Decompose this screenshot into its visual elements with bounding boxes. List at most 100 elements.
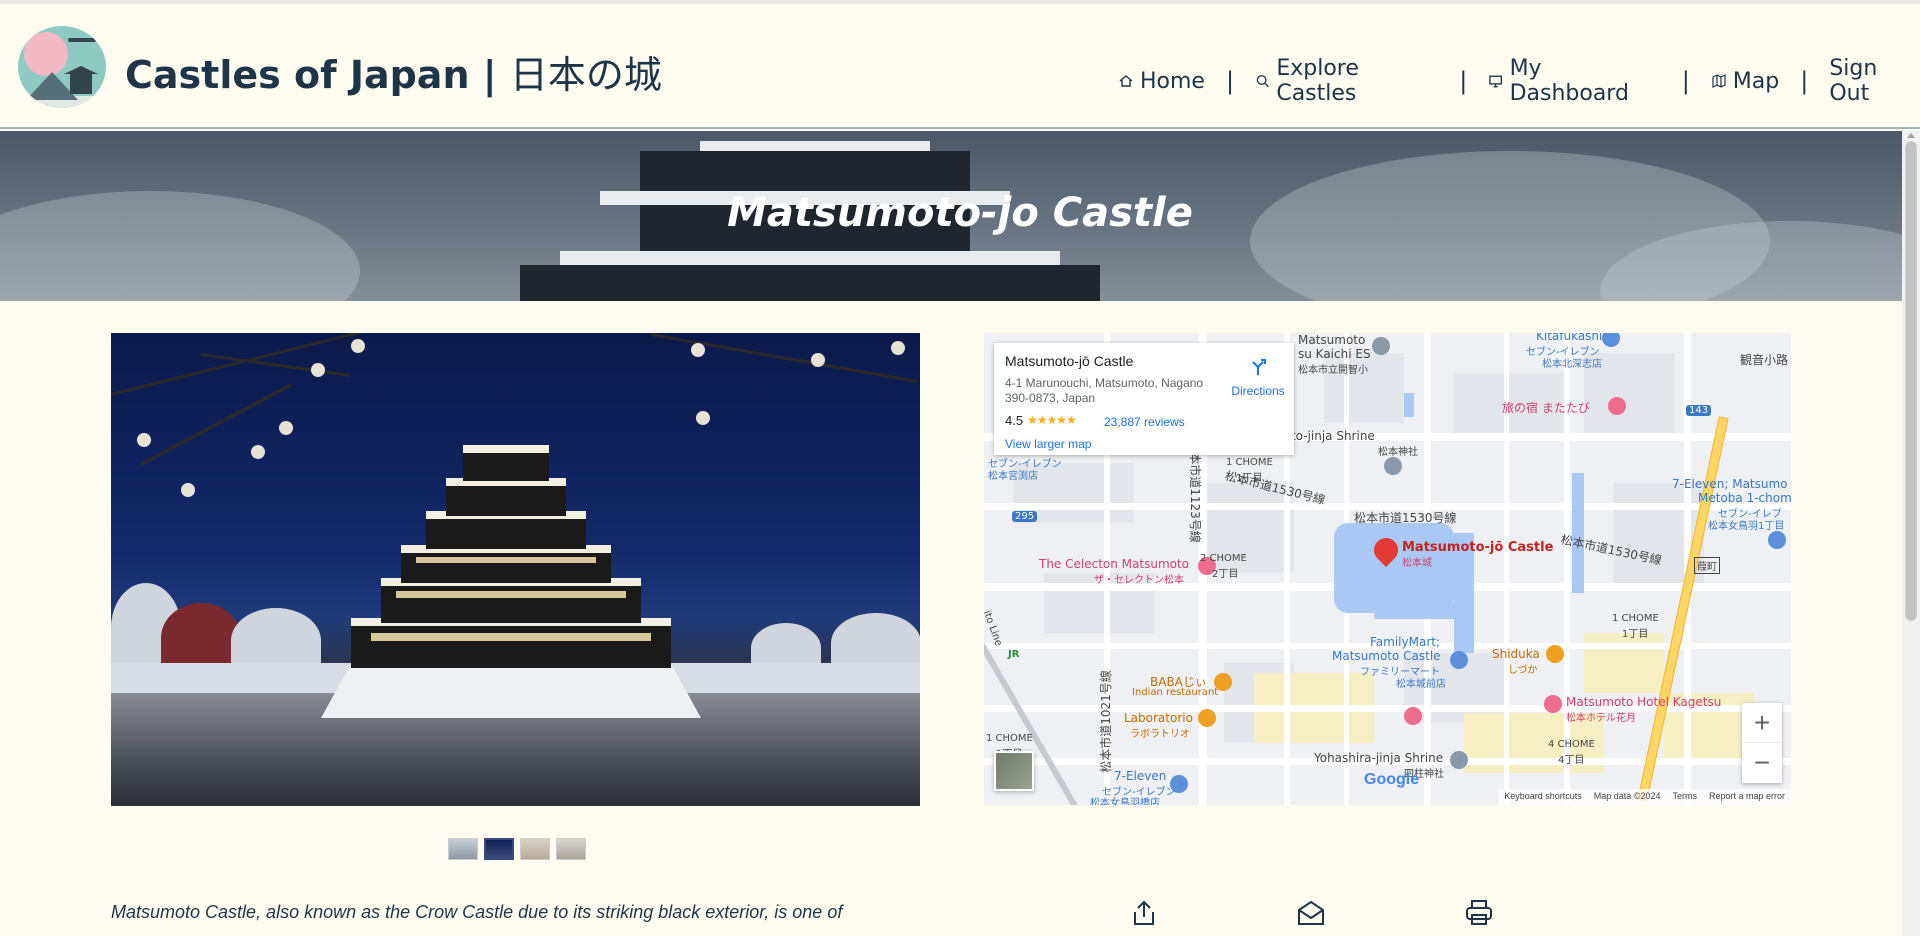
thumbnail-4[interactable] (556, 838, 586, 860)
share-icon (1134, 900, 1154, 925)
inn-pin[interactable] (1608, 397, 1626, 415)
nav-explore-label: Explore Castles (1276, 56, 1359, 106)
site-title-jp: 日本の城 (509, 53, 662, 97)
map-label-yohashira: Yohashira-jinja Shrine (1314, 751, 1444, 765)
map-label-rail-line: ito Line (984, 609, 1004, 648)
share-button[interactable] (1129, 898, 1159, 933)
map-label-7eleven-right-2: Metoba 1-chom (1698, 491, 1791, 505)
printer-icon (1466, 900, 1492, 925)
map-label-chome-4-jp: 4丁目 (1558, 755, 1585, 766)
thumbnail-2[interactable] (484, 838, 514, 860)
reviews-link[interactable]: 23,887 reviews (1104, 415, 1185, 429)
home-icon (1119, 75, 1133, 87)
thumbnail-3[interactable] (520, 838, 550, 860)
print-button[interactable] (1464, 898, 1494, 933)
map-label-7eleven-right: 7-Eleven; Matsumo (1672, 477, 1788, 491)
scrollbar-thumb[interactable] (1905, 141, 1917, 621)
map-label-kaichi: Matsumoto (1298, 333, 1366, 347)
shrine-pin[interactable] (1450, 751, 1468, 769)
directions-button[interactable]: Directions (1229, 357, 1287, 398)
hotel-pin-2[interactable] (1544, 695, 1562, 713)
shrine-pin-2[interactable] (1384, 457, 1402, 475)
view-larger-map-link[interactable]: View larger map (1005, 437, 1091, 451)
map-label-kagetsu: Matsumoto Hotel Kagetsu (1566, 695, 1722, 709)
embedded-map[interactable]: Matsumoto-jō Castle 松本城 The Celecton Mat… (984, 333, 1791, 805)
restaurant-pin-2[interactable] (1546, 645, 1564, 663)
nav-explore[interactable]: Explore Castles (1255, 56, 1438, 106)
nav-dashboard[interactable]: My Dashboard (1488, 56, 1660, 106)
nav-map[interactable]: Map (1711, 69, 1779, 94)
nav-separator: | (1681, 67, 1690, 95)
map-label-jr: JR (1008, 649, 1020, 660)
map-label-chome-2: 2 CHOME (1200, 553, 1247, 564)
map-label-chome-3-jp: 1丁目 (1622, 629, 1649, 640)
zoom-in-button[interactable]: + (1742, 703, 1782, 743)
search-icon (1256, 75, 1269, 88)
map-icon (1712, 74, 1726, 88)
store-pin[interactable] (1450, 651, 1468, 669)
thumbnail-1[interactable] (448, 838, 478, 860)
place-address: 4-1 Marunouchi, Matsumoto, Nagano 390-08… (1005, 376, 1204, 405)
place-info-card: Matsumoto-jō Castle 4-1 Marunouchi, Mats… (994, 343, 1294, 455)
map-label-selecton-jp: ザ・セレクトン松本 (1094, 575, 1184, 586)
map-label-laboratorio-jp: ラボラトリオ (1130, 729, 1190, 740)
map-label-kitafukashi: Kitafukashi (1536, 333, 1603, 343)
map-label-baba-sub: Indian restaurant (1132, 687, 1219, 698)
map-label-familymart: FamilyMart; (1370, 635, 1441, 649)
google-logo: Google (1364, 771, 1420, 788)
map-label-shiduka-jp: しづか (1508, 665, 1538, 676)
castle-photo[interactable] (111, 333, 920, 806)
directions-label: Directions (1231, 384, 1285, 398)
site-title: Castles of Japan | 日本の城 (125, 44, 662, 99)
map-label-matatabi: 旅の宿 またたび (1502, 401, 1590, 415)
map-label-7eleven-bottom-jp2: 松本女鳥羽橋店 (1090, 798, 1160, 805)
photo-thumbnails (448, 838, 586, 860)
map-label-kaichi-jp: 松本市立開智小 (1298, 365, 1368, 376)
nav-separator: | (1225, 67, 1235, 95)
map-label-kannon: 観音小路 (1740, 353, 1789, 367)
zoom-out-button[interactable]: − (1742, 743, 1782, 783)
nav-home[interactable]: Home (1118, 69, 1205, 94)
nav-sign-out-label: Sign Out (1829, 56, 1878, 106)
site-title-en: Castles of Japan | (125, 53, 497, 97)
map-label-7eleven-left-jp2: 松本宮渕店 (988, 471, 1038, 482)
place-rating: 4.5 (1005, 413, 1024, 428)
rating-stars: ★★★★★ (1027, 413, 1077, 427)
store-pin-3[interactable] (1768, 531, 1786, 549)
place-name: Matsumoto-jō Castle (1005, 353, 1134, 369)
keyboard-shortcuts-link[interactable]: Keyboard shortcuts (1504, 791, 1582, 803)
map-label-road-4: 松本市道1123号線 (1187, 440, 1202, 543)
envelope-icon (1298, 900, 1324, 925)
satellite-toggle[interactable] (994, 751, 1034, 791)
map-label-7eleven-right-jp2: 松本女鳥羽1丁目 (1708, 521, 1785, 532)
map-footer: Keyboard shortcuts Map data ©2024 Terms … (1498, 789, 1791, 805)
map-label-chome-2-jp: 2丁目 (1212, 569, 1239, 580)
hotel-pin-3[interactable] (1404, 707, 1422, 725)
map-label-kitafukashi-jp2: 松本北深志店 (1542, 359, 1602, 370)
store-pin-2[interactable] (1602, 333, 1620, 347)
map-label-chome-1: 1 CHOME (1226, 457, 1273, 468)
nav-sign-out[interactable]: Sign Out (1829, 56, 1920, 106)
report-error-link[interactable]: Report a map error (1709, 791, 1785, 803)
page-title: Matsumoto-jo Castle (727, 190, 1193, 236)
nav-separator: | (1800, 67, 1809, 95)
map-label-castle-jp: 松本城 (1402, 558, 1432, 569)
directions-icon (1252, 359, 1266, 375)
map-label-road-5: 松本市道1021号線 (1098, 670, 1113, 773)
cafe-pin[interactable] (1198, 709, 1216, 727)
zoom-controls: + − (1742, 703, 1782, 783)
site-logo[interactable] (18, 26, 106, 108)
school-pin[interactable] (1372, 337, 1390, 355)
page-scrollbar[interactable] (1902, 131, 1920, 936)
site-header: Castles of Japan | 日本の城 Home | Explore C… (0, 4, 1920, 129)
map-label-familymart-jp2: 松本城前店 (1396, 679, 1446, 690)
main-nav: Home | Explore Castles | My Dashboard | … (1118, 56, 1920, 106)
terms-link[interactable]: Terms (1672, 791, 1697, 803)
route-143-shield: 143 (1686, 405, 1712, 416)
map-label-chome-3: 1 CHOME (1612, 613, 1659, 624)
map-label-kagetsu-jp: 松本ホテル花月 (1566, 713, 1636, 724)
map-label-chome-4: 4 CHOME (1548, 739, 1595, 750)
map-label-chome-5: 1 CHOME (986, 733, 1033, 744)
nav-map-label: Map (1732, 68, 1780, 94)
email-button[interactable] (1296, 898, 1326, 933)
